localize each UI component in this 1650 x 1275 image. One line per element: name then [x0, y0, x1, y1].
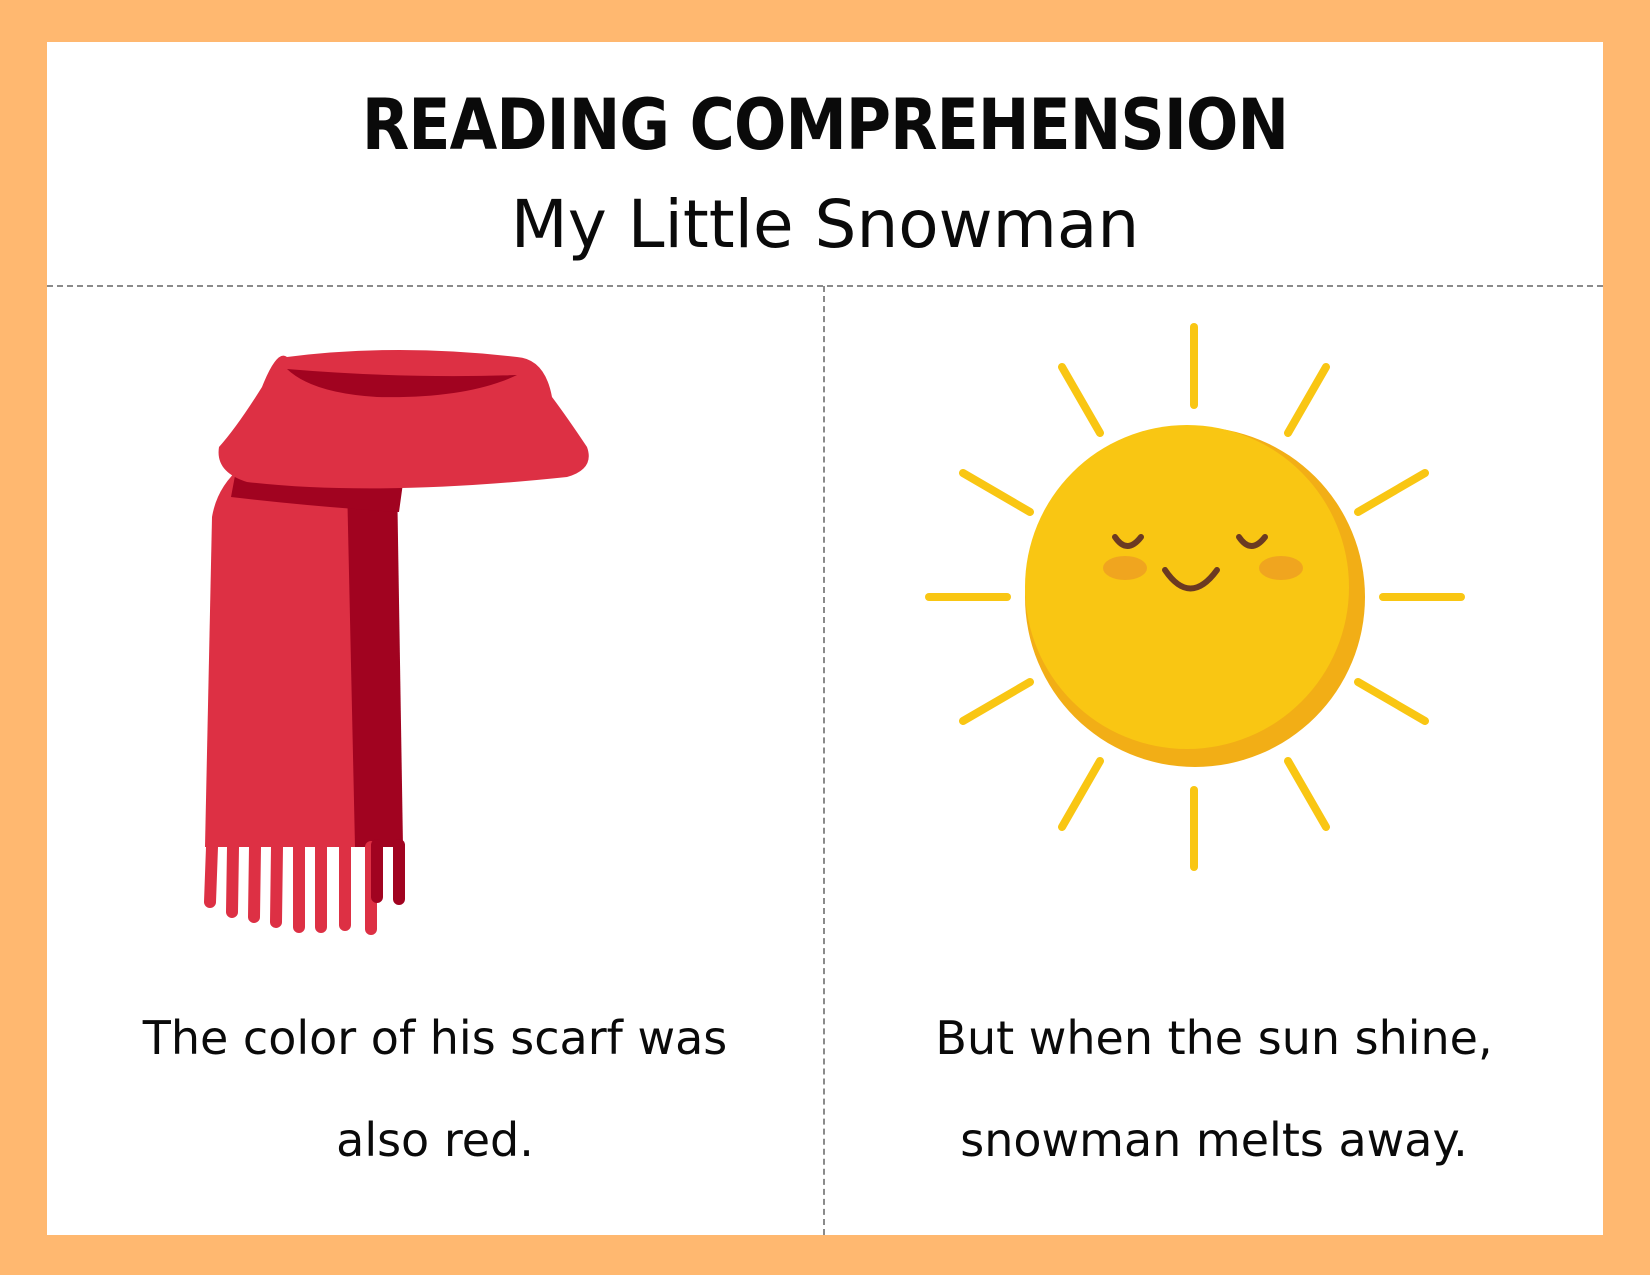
story-title: My Little Snowman — [510, 186, 1140, 263]
sun-caption: But when the sun shine, snowman melts aw… — [825, 987, 1603, 1191]
smiling-sun-icon — [925, 323, 1465, 871]
caption-line: also red. — [336, 1113, 534, 1167]
scarf-caption: The color of his scarf was also red. — [47, 987, 823, 1191]
caption-line: The color of his scarf was — [142, 1011, 728, 1065]
page-border: READING COMPREHENSION My Little Snowman — [0, 0, 1650, 1275]
worksheet-card: READING COMPREHENSION My Little Snowman — [47, 42, 1603, 1235]
caption-line: But when the sun shine, — [935, 1011, 1493, 1065]
worksheet-title: READING COMPREHENSION — [361, 84, 1289, 166]
worksheet-header: READING COMPREHENSION My Little Snowman — [47, 42, 1603, 285]
red-scarf-icon — [204, 350, 589, 935]
panel-scarf: The color of his scarf was also red. — [47, 287, 823, 1235]
panel-sun: But when the sun shine, snowman melts aw… — [825, 287, 1603, 1235]
caption-line: snowman melts away. — [960, 1113, 1468, 1167]
